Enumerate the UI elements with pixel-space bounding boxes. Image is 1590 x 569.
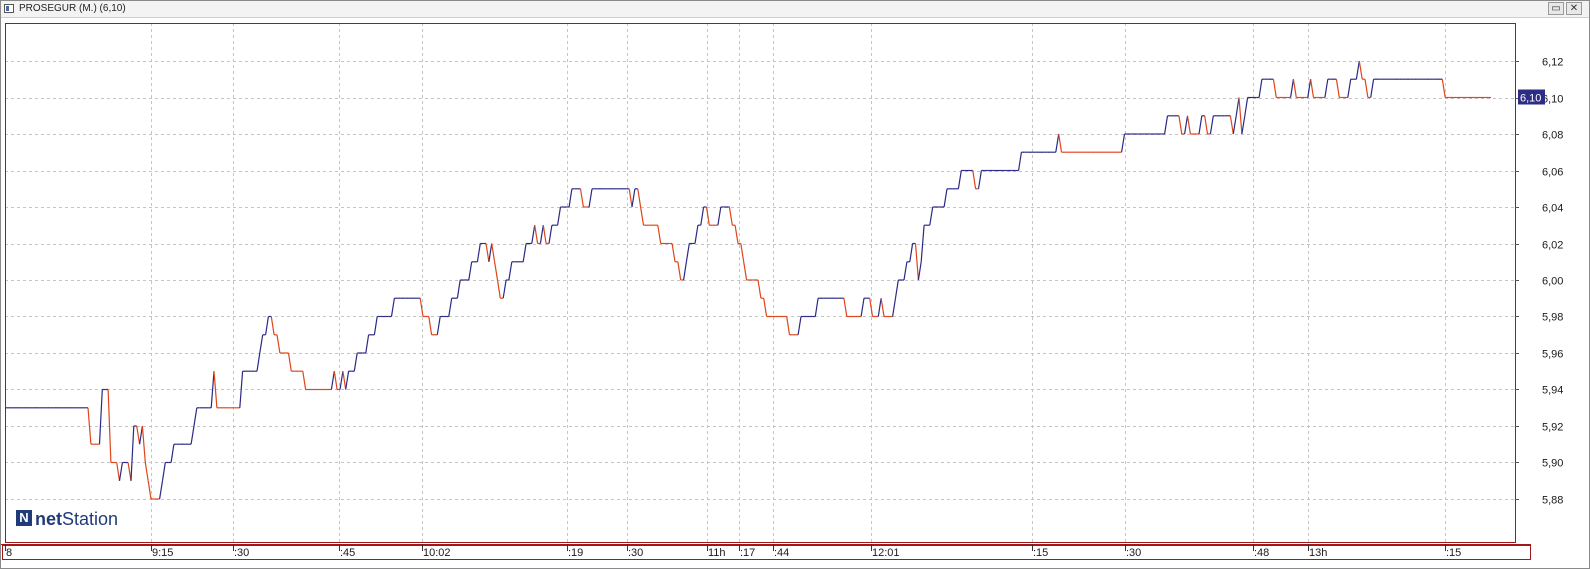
close-button[interactable]: ✕ <box>1566 2 1582 15</box>
x-tick-label: :30 <box>234 547 249 559</box>
x-tick-label: 13h <box>1309 547 1327 559</box>
y-tick-label: 5,90 <box>1542 458 1563 470</box>
badge-value: 6,10 <box>1520 93 1541 105</box>
x-tick-label: :15 <box>1446 547 1461 559</box>
x-tick-label: :17 <box>740 547 755 559</box>
y-tick-label: 5,98 <box>1542 312 1563 324</box>
last-price-badge: 6,10 <box>1518 89 1545 105</box>
title-bar[interactable]: PROSEGUR (M.) (6,10) ▭ ✕ <box>1 1 1589 18</box>
window-icon <box>4 4 14 13</box>
logo-text: netStation <box>35 509 118 530</box>
y-tick-label: 6,00 <box>1542 276 1563 288</box>
chart-window: PROSEGUR (M.) (6,10) ▭ ✕ 6,12 6,10 6,08 6,0… <box>0 0 1590 569</box>
x-tick-label: 11h <box>708 547 726 559</box>
y-tick-label: 5,92 <box>1542 422 1563 434</box>
x-tick-label: :15 <box>1033 547 1048 559</box>
y-tick-label: 6,12 <box>1542 57 1563 69</box>
x-tick-label: :44 <box>774 547 789 559</box>
y-tick-label: 6,08 <box>1542 130 1563 142</box>
x-tick-label: 9:15 <box>152 547 173 559</box>
logo-text-rest: Station <box>62 509 119 529</box>
y-tick-label: 6,10 <box>1542 94 1563 106</box>
y-tick-label: 5,88 <box>1542 495 1563 507</box>
y-tick-label: 6,02 <box>1542 240 1563 252</box>
logo-mark-icon: N <box>16 510 32 526</box>
price-chart[interactable]: 6,12 6,10 6,08 6,06 6,04 6,02 6,00 5,98 5,96 5,94… <box>1 18 1589 568</box>
x-tick-label: :19 <box>568 547 583 559</box>
y-tick-label: 5,96 <box>1542 349 1563 361</box>
x-tick-label: 10:02 <box>423 547 451 559</box>
x-tick-label: 12:01 <box>872 547 900 559</box>
x-tick-label: :30 <box>1126 547 1141 559</box>
window-title: PROSEGUR (M.) (6,10) <box>19 3 126 14</box>
y-tick-label: 6,04 <box>1542 203 1563 215</box>
y-tick-label: 6,06 <box>1542 167 1563 179</box>
logo-text-bold: net <box>35 509 62 529</box>
x-tick-label: :30 <box>628 547 643 559</box>
chart-background <box>1 18 1589 568</box>
restore-button[interactable]: ▭ <box>1548 2 1564 15</box>
x-tick-label: :48 <box>1254 547 1269 559</box>
x-tick-label: 8 <box>6 547 12 559</box>
y-tick-label: 5,94 <box>1542 385 1563 397</box>
x-tick-label: :45 <box>340 547 355 559</box>
